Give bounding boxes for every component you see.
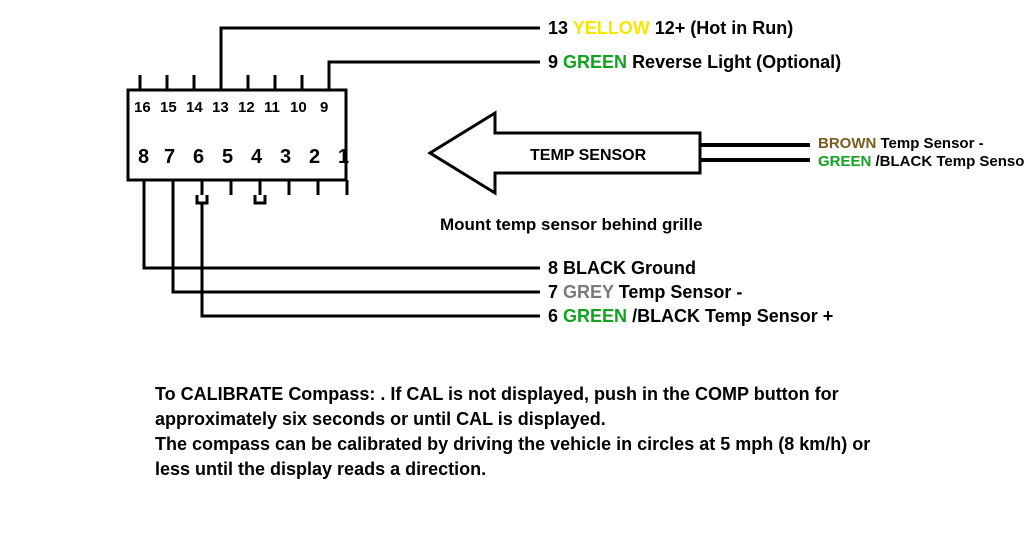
pin-9: 9 <box>320 99 328 116</box>
pin-8: 8 <box>138 146 149 168</box>
pin-11: 11 <box>264 99 280 116</box>
pin-15: 15 <box>160 99 177 116</box>
pin-2: 2 <box>309 146 320 168</box>
label-pin9: 9 GREEN Reverse Light (Optional) <box>548 52 841 72</box>
pin-12: 12 <box>238 99 255 116</box>
pin-13: 13 <box>212 99 229 116</box>
wire-pin9 <box>329 62 540 75</box>
mount-note: Mount temp sensor behind grille <box>440 215 703 234</box>
pin-14: 14 <box>186 99 203 116</box>
pin-6: 6 <box>193 146 204 168</box>
pin-1: 1 <box>338 146 349 168</box>
label-pin13: 13 YELLOW 12+ (Hot in Run) <box>548 18 793 38</box>
calibration-instructions: To CALIBRATE Compass: . If CAL is not di… <box>155 384 870 479</box>
pin-7: 7 <box>164 146 175 168</box>
label-pin8: 8 BLACK Ground <box>548 258 696 278</box>
pin-3: 3 <box>280 146 291 168</box>
temp-sensor-greenblack: GREEN /BLACK Temp Sensor + <box>818 153 1024 170</box>
pin-16: 16 <box>134 99 151 116</box>
pin-5: 5 <box>222 146 233 168</box>
calib-line3: The compass can be calibrated by driving… <box>155 434 870 454</box>
temp-sensor-brown: BROWN Temp Sensor - <box>818 135 984 152</box>
pin-10: 10 <box>290 99 307 116</box>
wiring-diagram: 16 15 14 13 12 11 10 9 8 7 6 5 4 3 2 1 1… <box>0 0 1024 544</box>
temp-sensor-arrow: TEMP SENSOR BROWN Temp Sensor - GREEN /B… <box>430 113 1024 193</box>
connector: 16 15 14 13 12 11 10 9 8 7 6 5 4 3 2 1 <box>128 75 349 203</box>
calib-line1: To CALIBRATE Compass: . If CAL is not di… <box>155 384 839 404</box>
calib-line2: approximately six seconds or until CAL i… <box>155 409 606 429</box>
label-pin7: 7 GREY Temp Sensor - <box>548 282 742 302</box>
label-pin6: 6 GREEN /BLACK Temp Sensor + <box>548 306 833 326</box>
wire-pin7 <box>173 195 540 292</box>
calib-line4: less until the display reads a direction… <box>155 459 486 479</box>
wire-pin13 <box>221 28 540 75</box>
pin-4: 4 <box>251 146 263 168</box>
temp-sensor-label: TEMP SENSOR <box>530 147 647 164</box>
